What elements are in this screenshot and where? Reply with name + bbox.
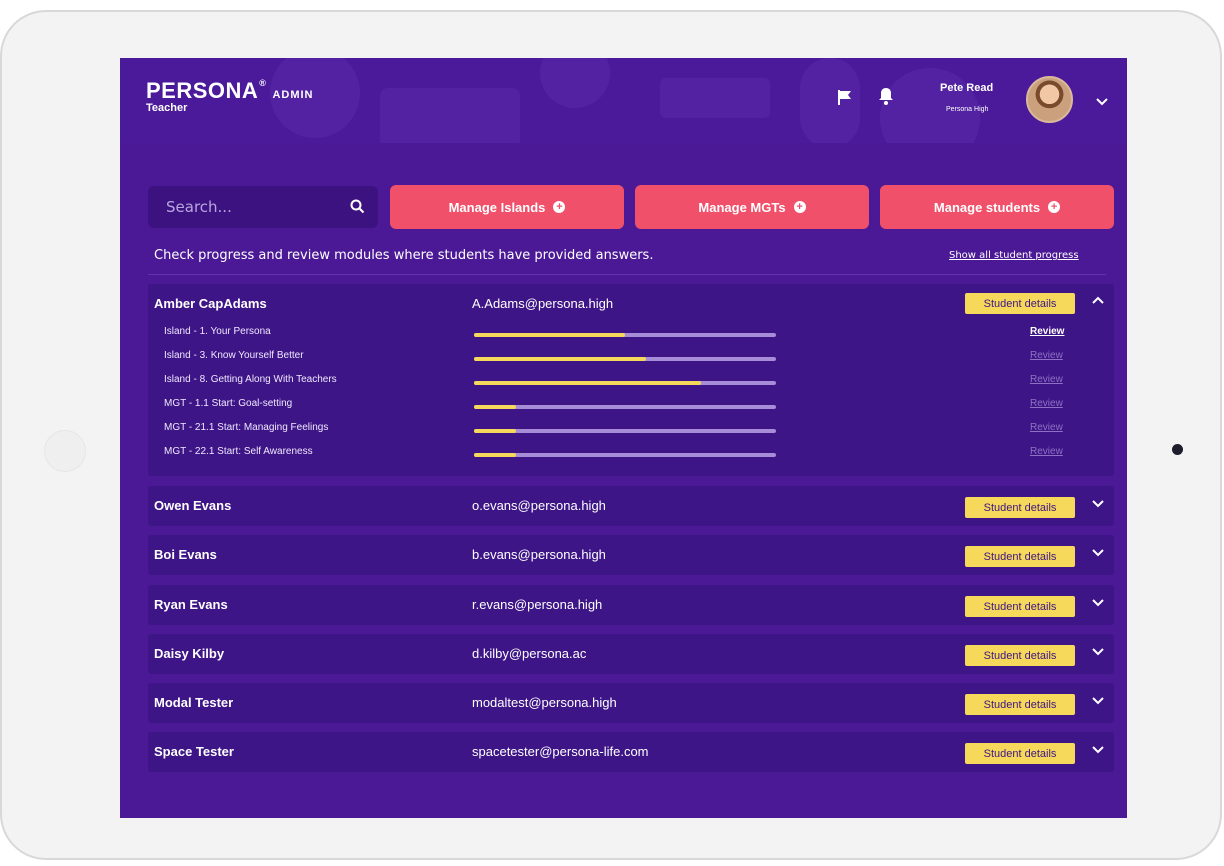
plus-circle-icon: + bbox=[1048, 201, 1061, 213]
student-email: r.evans@persona.high bbox=[472, 597, 603, 612]
module-label: MGT - 22.1 Start: Self Awareness bbox=[164, 446, 313, 457]
student-row[interactable]: Ryan Evans r.evans@persona.high Student … bbox=[148, 585, 1114, 625]
camera-icon bbox=[1172, 444, 1183, 455]
chevron-down-icon[interactable] bbox=[1092, 647, 1104, 660]
manage-students-label: Manage students bbox=[933, 199, 1041, 215]
search-input[interactable] bbox=[166, 198, 336, 216]
intro-text: Check progress and review modules where … bbox=[154, 248, 654, 263]
student-details-button[interactable]: Student details bbox=[965, 694, 1075, 715]
module-progress-bar bbox=[474, 381, 776, 385]
student-row[interactable]: Modal Tester modaltest@persona.high Stud… bbox=[148, 683, 1114, 723]
chevron-down-icon[interactable] bbox=[1092, 548, 1104, 561]
student-row[interactable]: Space Tester spacetester@persona-life.co… bbox=[148, 732, 1114, 772]
student-name: Owen Evans bbox=[154, 498, 232, 513]
student-email: spacetester@persona-life.com bbox=[472, 744, 649, 759]
student-details-button[interactable]: Student details bbox=[965, 497, 1075, 518]
brand-suffix: ADMIN bbox=[272, 89, 314, 101]
student-name: Space Tester bbox=[154, 744, 234, 759]
module-label: Island - 3. Know Yourself Better bbox=[164, 350, 304, 361]
student-row[interactable]: Daisy Kilby d.kilby@persona.ac Student d… bbox=[148, 634, 1114, 674]
student-name: Modal Tester bbox=[154, 695, 234, 710]
module-progress-bar bbox=[474, 405, 776, 409]
user-role: Teacher bbox=[146, 102, 188, 114]
user-name[interactable]: Pete Read bbox=[940, 82, 993, 94]
module-label: MGT - 1.1 Start: Goal-setting bbox=[164, 398, 293, 409]
module-label: Island - 1. Your Persona bbox=[164, 326, 271, 337]
student-email: b.evans@persona.high bbox=[472, 547, 606, 562]
plus-circle-icon: + bbox=[553, 201, 566, 213]
module-progress-bar bbox=[474, 453, 776, 457]
student-details-button[interactable]: Student details bbox=[965, 546, 1075, 567]
brand-mark: ® bbox=[259, 78, 267, 88]
chevron-up-icon[interactable] bbox=[1092, 296, 1104, 309]
app-screen: PERSONA® ADMIN Teacher Pete Read Persona … bbox=[120, 58, 1127, 818]
home-button[interactable] bbox=[44, 430, 86, 472]
student-row[interactable]: Boi Evans b.evans@persona.high Student d… bbox=[148, 535, 1114, 575]
module-label: Island - 8. Getting Along With Teachers bbox=[164, 374, 337, 385]
manage-students-button[interactable]: Manage students + bbox=[880, 185, 1114, 229]
student-email: d.kilby@persona.ac bbox=[472, 646, 587, 661]
plus-circle-icon: + bbox=[793, 201, 806, 213]
divider bbox=[148, 274, 1106, 275]
manage-mgts-label: Manage MGTs bbox=[698, 199, 786, 215]
review-link[interactable]: Review bbox=[1030, 446, 1063, 457]
manage-islands-label: Manage Islands bbox=[448, 199, 546, 215]
avatar[interactable] bbox=[1026, 76, 1073, 123]
student-email: A.Adams@persona.high bbox=[472, 296, 614, 311]
review-link[interactable]: Review bbox=[1030, 374, 1063, 385]
module-progress-bar bbox=[474, 429, 776, 433]
header: PERSONA® ADMIN Teacher Pete Read Persona … bbox=[120, 58, 1127, 143]
brand-logo[interactable]: PERSONA® ADMIN bbox=[146, 78, 314, 104]
student-details-button[interactable]: Student details bbox=[965, 645, 1075, 666]
review-link[interactable]: Review bbox=[1030, 326, 1064, 337]
student-details-button[interactable]: Student details bbox=[965, 596, 1075, 617]
search-box[interactable] bbox=[148, 186, 378, 228]
module-progress-bar bbox=[474, 357, 776, 361]
chevron-down-icon[interactable] bbox=[1096, 92, 1108, 111]
student-name: Amber CapAdams bbox=[154, 296, 267, 311]
chevron-down-icon[interactable] bbox=[1092, 696, 1104, 709]
search-icon[interactable] bbox=[350, 199, 365, 218]
student-row-expanded: Amber CapAdams A.Adams@persona.high Stud… bbox=[148, 284, 1114, 476]
show-all-progress-link[interactable]: Show all student progress bbox=[949, 250, 1079, 261]
student-name: Ryan Evans bbox=[154, 597, 228, 612]
module-progress-bar bbox=[474, 333, 776, 337]
brand-name: PERSONA bbox=[146, 78, 259, 103]
student-details-button[interactable]: Student details bbox=[965, 743, 1075, 764]
manage-islands-button[interactable]: Manage Islands + bbox=[390, 185, 624, 229]
student-email: o.evans@persona.high bbox=[472, 498, 606, 513]
chevron-down-icon[interactable] bbox=[1092, 499, 1104, 512]
review-link[interactable]: Review bbox=[1030, 350, 1063, 361]
chevron-down-icon[interactable] bbox=[1092, 598, 1104, 611]
student-name: Boi Evans bbox=[154, 547, 217, 562]
module-label: MGT - 21.1 Start: Managing Feelings bbox=[164, 422, 329, 433]
review-link[interactable]: Review bbox=[1030, 422, 1063, 433]
student-row[interactable]: Owen Evans o.evans@persona.high Student … bbox=[148, 486, 1114, 526]
manage-mgts-button[interactable]: Manage MGTs + bbox=[635, 185, 869, 229]
student-details-button[interactable]: Student details bbox=[965, 293, 1075, 314]
review-link[interactable]: Review bbox=[1030, 398, 1063, 409]
flag-icon[interactable] bbox=[836, 88, 854, 110]
student-email: modaltest@persona.high bbox=[472, 695, 617, 710]
bell-icon[interactable] bbox=[878, 87, 894, 109]
user-school: Persona High bbox=[946, 106, 989, 113]
chevron-down-icon[interactable] bbox=[1092, 745, 1104, 758]
student-name: Daisy Kilby bbox=[154, 646, 225, 661]
